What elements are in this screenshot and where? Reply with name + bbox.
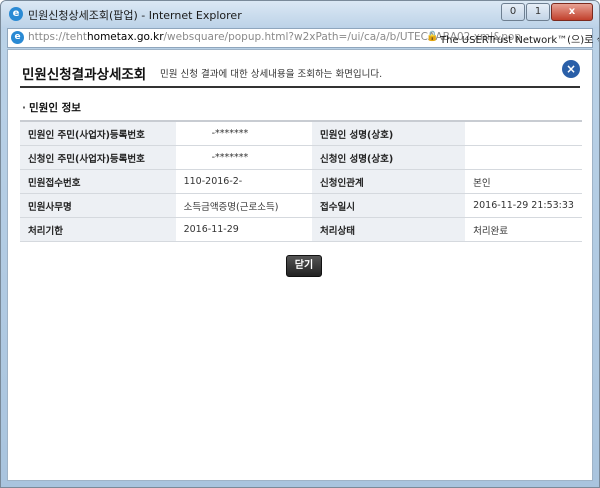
table-row: 신청인 주민(사업자)등록번호 -******* 신청인 성명(상호) (20, 145, 582, 170)
table-row: 민원인 주민(사업자)등록번호 -******* 민원인 성명(상호) (20, 121, 582, 146)
table-header-cell: 민원인 성명(상호) (312, 121, 466, 146)
table-header-cell: 처리상태 (312, 217, 466, 242)
table-header-cell: 신청인 성명(상호) (312, 145, 466, 170)
url-scheme: https://teht (28, 31, 87, 43)
table-value-cell (465, 145, 582, 170)
close-button[interactable]: 닫기 (286, 255, 322, 277)
popup-header: 민원신청결과상세조회 민원 신청 결과에 대한 상세내용을 조회하는 화면입니다… (20, 56, 580, 88)
table-value-cell: 2016-11-29 21:53:33 (465, 193, 582, 218)
table-value-cell: 처리완료 (465, 217, 582, 242)
window-title: 민원신청상세조회(팝업) - Internet Explorer (28, 9, 242, 22)
table-row: 처리기한 2016-11-29 처리상태 처리완료 (20, 217, 582, 242)
table-value-cell (465, 121, 582, 146)
applicant-info-table: 민원인 주민(사업자)등록번호 -******* 민원인 성명(상호) 신청인 … (20, 120, 582, 242)
lock-icon[interactable]: 🔒 (426, 31, 438, 42)
section-title: · 민원인 정보 (22, 100, 81, 115)
table-value-cell: 본인 (465, 169, 582, 194)
popup-content: 민원신청결과상세조회 민원 신청 결과에 대한 상세내용을 조회하는 화면입니다… (7, 49, 593, 481)
window-close-button[interactable]: x (551, 3, 593, 21)
url-host: hometax.go.kr (87, 31, 164, 43)
table-header-cell: 접수일시 (312, 193, 466, 218)
maximize-button[interactable]: 1 (526, 3, 550, 21)
table-header-cell: 민원인 주민(사업자)등록번호 (20, 121, 176, 146)
table-row: 민원접수번호 110-2016-2- 신청인관계 본인 (20, 169, 582, 194)
table-header-cell: 민원접수번호 (20, 169, 176, 194)
table-value-cell: -******* (175, 121, 313, 146)
table-row: 민원사무명 소득금액증명(근로소득) 접수일시 2016-11-29 21:53… (20, 193, 582, 218)
window-controls: 0 1 x (501, 3, 593, 21)
minimize-button[interactable]: 0 (501, 3, 525, 21)
page-favicon-icon: e (11, 31, 24, 44)
table-value-cell: 소득금액증명(근로소득) (175, 193, 313, 218)
close-icon[interactable]: × (562, 60, 580, 78)
popup-description: 민원 신청 결과에 대한 상세내용을 조회하는 화면입니다. (160, 69, 383, 80)
certificate-identity[interactable]: The USERTrust Network™(으)로 식별됨 (440, 31, 599, 46)
table-header-cell: 신청인관계 (312, 169, 466, 194)
bullet-icon: · (22, 102, 26, 114)
address-bar[interactable]: e https://tehthometax.go.kr/websquare/po… (7, 28, 599, 48)
table-header-cell: 민원사무명 (20, 193, 176, 218)
table-value-cell: 110-2016-2- (175, 169, 313, 194)
table-value-cell: 2016-11-29 (175, 217, 313, 242)
table-value-cell: -******* (175, 145, 313, 170)
title-bar: e 민원신청상세조회(팝업) - Internet Explorer 0 1 x (1, 1, 599, 27)
section-title-text: 민원인 정보 (29, 102, 81, 114)
ie-logo-icon: e (9, 7, 23, 21)
popup-title: 민원신청결과상세조회 (22, 67, 147, 83)
table-header-cell: 처리기한 (20, 217, 176, 242)
browser-window: e 민원신청상세조회(팝업) - Internet Explorer 0 1 x… (0, 0, 600, 488)
table-header-cell: 신청인 주민(사업자)등록번호 (20, 145, 176, 170)
